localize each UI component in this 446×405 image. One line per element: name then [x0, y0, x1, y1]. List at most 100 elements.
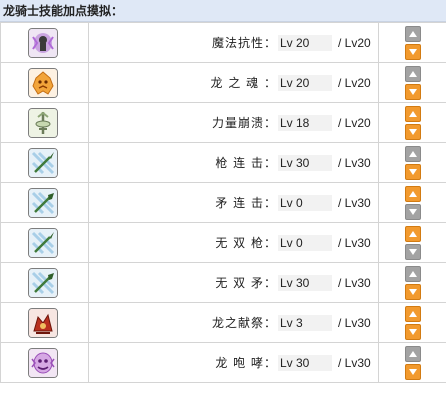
dragon-soul-icon	[28, 67, 58, 98]
arrow-down-icon	[408, 128, 418, 136]
skill-level: Lv 30	[278, 354, 332, 371]
skill-info-cell: 枪 连 击： Lv 30 / Lv30	[88, 142, 379, 183]
skill-name: 矛 连 击：	[215, 196, 277, 210]
level-up-button[interactable]	[404, 345, 421, 362]
skill-row: 无 双 枪： Lv 0 / Lv30	[0, 222, 446, 263]
level-up-button[interactable]	[404, 185, 421, 202]
skill-icon-cell	[0, 102, 89, 143]
level-up-button[interactable]	[404, 265, 421, 282]
arrow-down-icon	[408, 368, 418, 376]
skill-name: 力量崩溃：	[211, 116, 277, 130]
arrow-up-icon	[408, 190, 418, 198]
skill-buttons-cell	[378, 222, 446, 263]
level-down-button[interactable]	[404, 363, 421, 380]
skill-buttons-cell	[378, 22, 446, 63]
skill-name: 龙 咆 哮：	[215, 356, 277, 370]
skill-icon-cell	[0, 302, 89, 343]
skill-row: 龙 咆 哮： Lv 30 / Lv30	[0, 342, 446, 383]
skill-info-cell: 魔法抗性： Lv 20 / Lv20	[88, 22, 379, 63]
skill-level: Lv 20	[278, 34, 332, 51]
arrow-up-icon	[408, 310, 418, 318]
skill-row: 龙之献祭： Lv 3 / Lv30	[0, 302, 446, 343]
skill-level: Lv 3	[278, 314, 332, 331]
skill-name: 魔法抗性：	[211, 36, 277, 50]
arrow-up-icon	[408, 110, 418, 118]
arrow-down-icon	[408, 248, 418, 256]
arrow-up-icon	[408, 350, 418, 358]
skill-row: 魔法抗性： Lv 20 / Lv20	[0, 22, 446, 63]
level-up-button[interactable]	[404, 225, 421, 242]
skill-info-cell: 龙 咆 哮： Lv 30 / Lv30	[88, 342, 379, 383]
skill-level: Lv 0	[278, 234, 332, 251]
skill-info-cell: 无 双 枪： Lv 0 / Lv30	[88, 222, 379, 263]
skill-buttons-cell	[378, 62, 446, 103]
arrow-down-icon	[408, 168, 418, 176]
skill-name: 龙之献祭：	[211, 316, 277, 330]
spear-fury-icon	[28, 227, 58, 258]
skill-name: 无 双 枪：	[215, 236, 277, 250]
skill-icon-cell	[0, 142, 89, 183]
skill-max-level: / Lv20	[338, 35, 371, 50]
level-up-button[interactable]	[404, 105, 421, 122]
skill-icon-cell	[0, 22, 89, 63]
skill-buttons-cell	[378, 142, 446, 183]
skill-icon-cell	[0, 222, 89, 263]
skill-row: 无 双 矛： Lv 30 / Lv30	[0, 262, 446, 303]
sacrifice-icon	[28, 307, 58, 338]
skill-max-level: / Lv20	[338, 75, 371, 90]
arrow-down-icon	[408, 88, 418, 96]
skill-max-level: / Lv30	[338, 275, 371, 290]
arrow-down-icon	[408, 48, 418, 56]
spear-crusher-icon	[28, 147, 58, 178]
skill-level: Lv 18	[278, 114, 332, 131]
skill-name: 龙 之 魂 ：	[210, 76, 277, 90]
skill-icon-cell	[0, 262, 89, 303]
polearm-fury-icon	[28, 267, 58, 298]
skill-row: 龙 之 魂 ： Lv 20 / Lv20	[0, 62, 446, 103]
skill-level: Lv 30	[278, 154, 332, 171]
arrow-up-icon	[408, 270, 418, 278]
power-crash-icon	[28, 107, 58, 138]
skill-max-level: / Lv30	[338, 315, 371, 330]
skill-buttons-cell	[378, 262, 446, 303]
skill-max-level: / Lv30	[338, 155, 371, 170]
level-down-button[interactable]	[404, 243, 421, 260]
dragon-roar-icon	[28, 347, 58, 378]
skill-name: 无 双 矛：	[215, 276, 277, 290]
level-down-button[interactable]	[404, 323, 421, 340]
level-down-button[interactable]	[404, 123, 421, 140]
magic-resistance-icon	[28, 27, 58, 58]
skill-table: 魔法抗性： Lv 20/ Lv20 龙 之 魂 ： Lv 20/ Lv20 力量崩溃： L…	[0, 22, 446, 383]
level-down-button[interactable]	[404, 203, 421, 220]
skill-info-cell: 龙之献祭： Lv 3 / Lv30	[88, 302, 379, 343]
skill-name: 枪 连 击：	[215, 156, 277, 170]
skill-info-cell: 矛 连 击： Lv 0 / Lv30	[88, 182, 379, 223]
skill-row: 力量崩溃： Lv 18 / Lv20	[0, 102, 446, 143]
arrow-up-icon	[408, 150, 418, 158]
arrow-up-icon	[408, 230, 418, 238]
skill-row: 枪 连 击： Lv 30 / Lv30	[0, 142, 446, 183]
level-up-button[interactable]	[404, 305, 421, 322]
arrow-down-icon	[408, 288, 418, 296]
skill-row: 矛 连 击： Lv 0 / Lv30	[0, 182, 446, 223]
level-down-button[interactable]	[404, 163, 421, 180]
level-up-button[interactable]	[404, 145, 421, 162]
skill-info-cell: 龙 之 魂 ： Lv 20 / Lv20	[88, 62, 379, 103]
skill-buttons-cell	[378, 342, 446, 383]
skill-icon-cell	[0, 182, 89, 223]
skill-info-cell: 无 双 矛： Lv 30 / Lv30	[88, 262, 379, 303]
level-down-button[interactable]	[404, 83, 421, 100]
skill-max-level: / Lv30	[338, 195, 371, 210]
skill-icon-cell	[0, 342, 89, 383]
skill-max-level: / Lv30	[338, 235, 371, 250]
level-down-button[interactable]	[404, 283, 421, 300]
skill-max-level: / Lv20	[338, 115, 371, 130]
skill-max-level: / Lv30	[338, 355, 371, 370]
skill-buttons-cell	[378, 302, 446, 343]
level-down-button[interactable]	[404, 43, 421, 60]
level-up-button[interactable]	[404, 25, 421, 42]
arrow-down-icon	[408, 208, 418, 216]
skill-buttons-cell	[378, 102, 446, 143]
skill-info-cell: 力量崩溃： Lv 18 / Lv20	[88, 102, 379, 143]
level-up-button[interactable]	[404, 65, 421, 82]
